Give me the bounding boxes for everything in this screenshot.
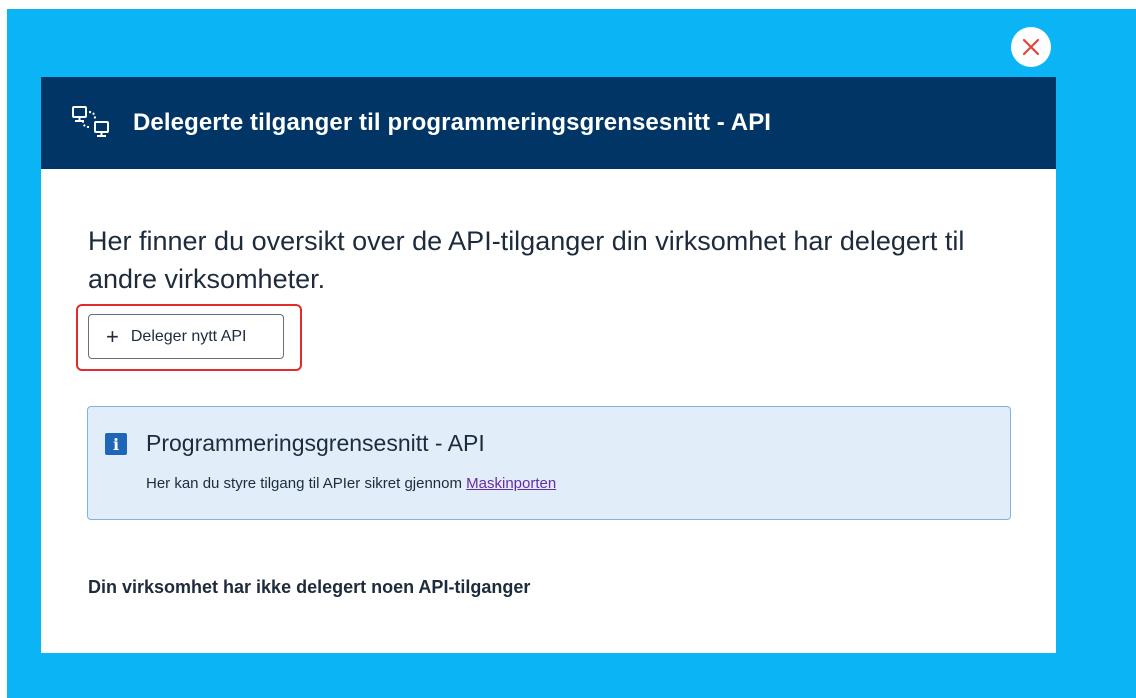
info-icon: i bbox=[105, 433, 127, 455]
modal-title: Delegerte tilganger til programmeringsgr… bbox=[133, 109, 772, 136]
modal-header: Delegerte tilganger til programmeringsgr… bbox=[41, 77, 1056, 169]
plus-icon: + bbox=[106, 323, 119, 349]
close-button[interactable] bbox=[1011, 27, 1051, 67]
delegate-new-api-label: Deleger nytt API bbox=[130, 327, 247, 345]
info-text: Her kan du styre tilgang til APIer sikre… bbox=[146, 475, 556, 492]
info-alert: i Programmeringsgrensesnitt - API Her ka… bbox=[87, 406, 1011, 520]
lead-text: Her finner du oversikt over de API-tilga… bbox=[88, 226, 965, 294]
info-text-body: Her kan du styre tilgang til APIer sikre… bbox=[146, 475, 467, 492]
maskinporten-link[interactable]: Maskinporten bbox=[466, 475, 556, 492]
empty-state-message: Din virksomhet har ikke delegert noen AP… bbox=[88, 577, 531, 597]
info-title: Programmeringsgrensesnitt - API bbox=[146, 430, 485, 456]
computers-icon bbox=[69, 100, 115, 146]
delegate-new-api-button[interactable]: + Deleger nytt API bbox=[88, 314, 284, 359]
api-delegation-modal: Delegerte tilganger til programmeringsgr… bbox=[41, 77, 1056, 653]
close-icon bbox=[1022, 38, 1040, 56]
